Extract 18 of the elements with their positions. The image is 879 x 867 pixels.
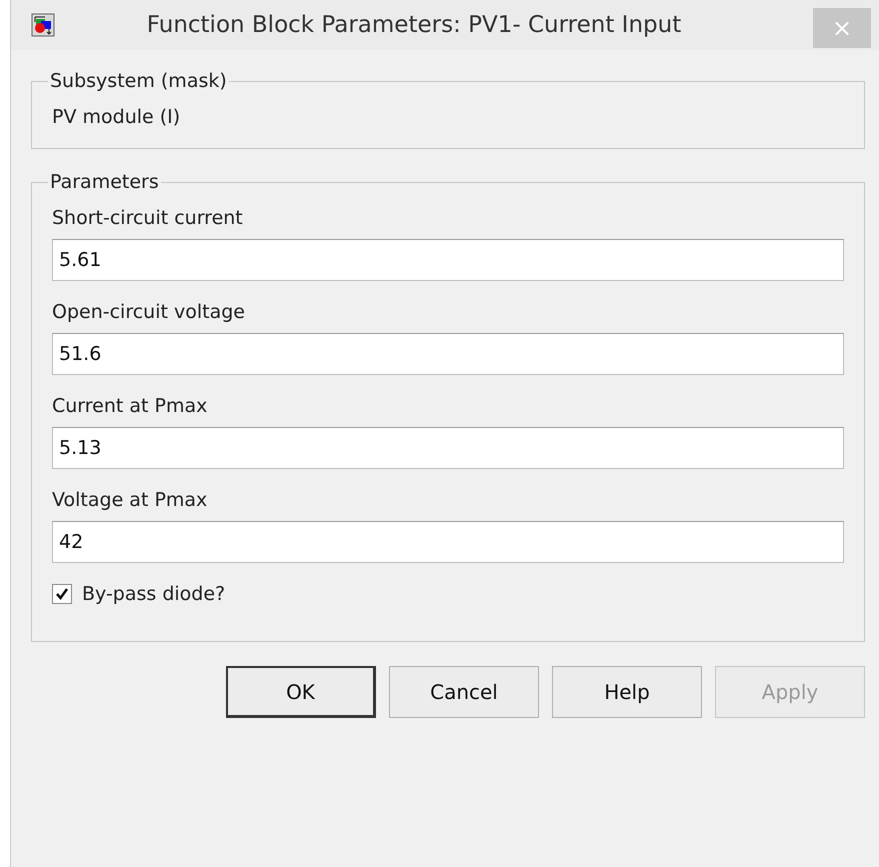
field-label: Voltage at Pmax	[52, 489, 208, 511]
field-label: Short-circuit current	[52, 207, 243, 229]
dialog-button[interactable]: OK	[226, 666, 376, 718]
window-title: Function Block Parameters: PV1- Current Input	[146, 12, 682, 38]
group-title: Parameters	[49, 171, 160, 193]
group-title: Subsystem (mask)	[49, 70, 228, 92]
input-field[interactable]: 42	[52, 521, 844, 563]
block-diagram-icon	[31, 13, 55, 37]
input-field[interactable]: 5.13	[52, 427, 844, 469]
dialog-button[interactable]: Cancel	[389, 666, 539, 718]
checkbox-label: By-pass diode?	[82, 583, 226, 605]
field-label: Open-circuit voltage	[52, 301, 245, 323]
input-field[interactable]: 51.6	[52, 333, 844, 375]
input-field[interactable]: 5.61	[52, 239, 844, 281]
dialog-button[interactable]: Help	[552, 666, 702, 718]
field-label: Current at Pmax	[52, 395, 208, 417]
mask-description: PV module (I)	[52, 106, 182, 128]
checkbox[interactable]	[52, 584, 72, 604]
